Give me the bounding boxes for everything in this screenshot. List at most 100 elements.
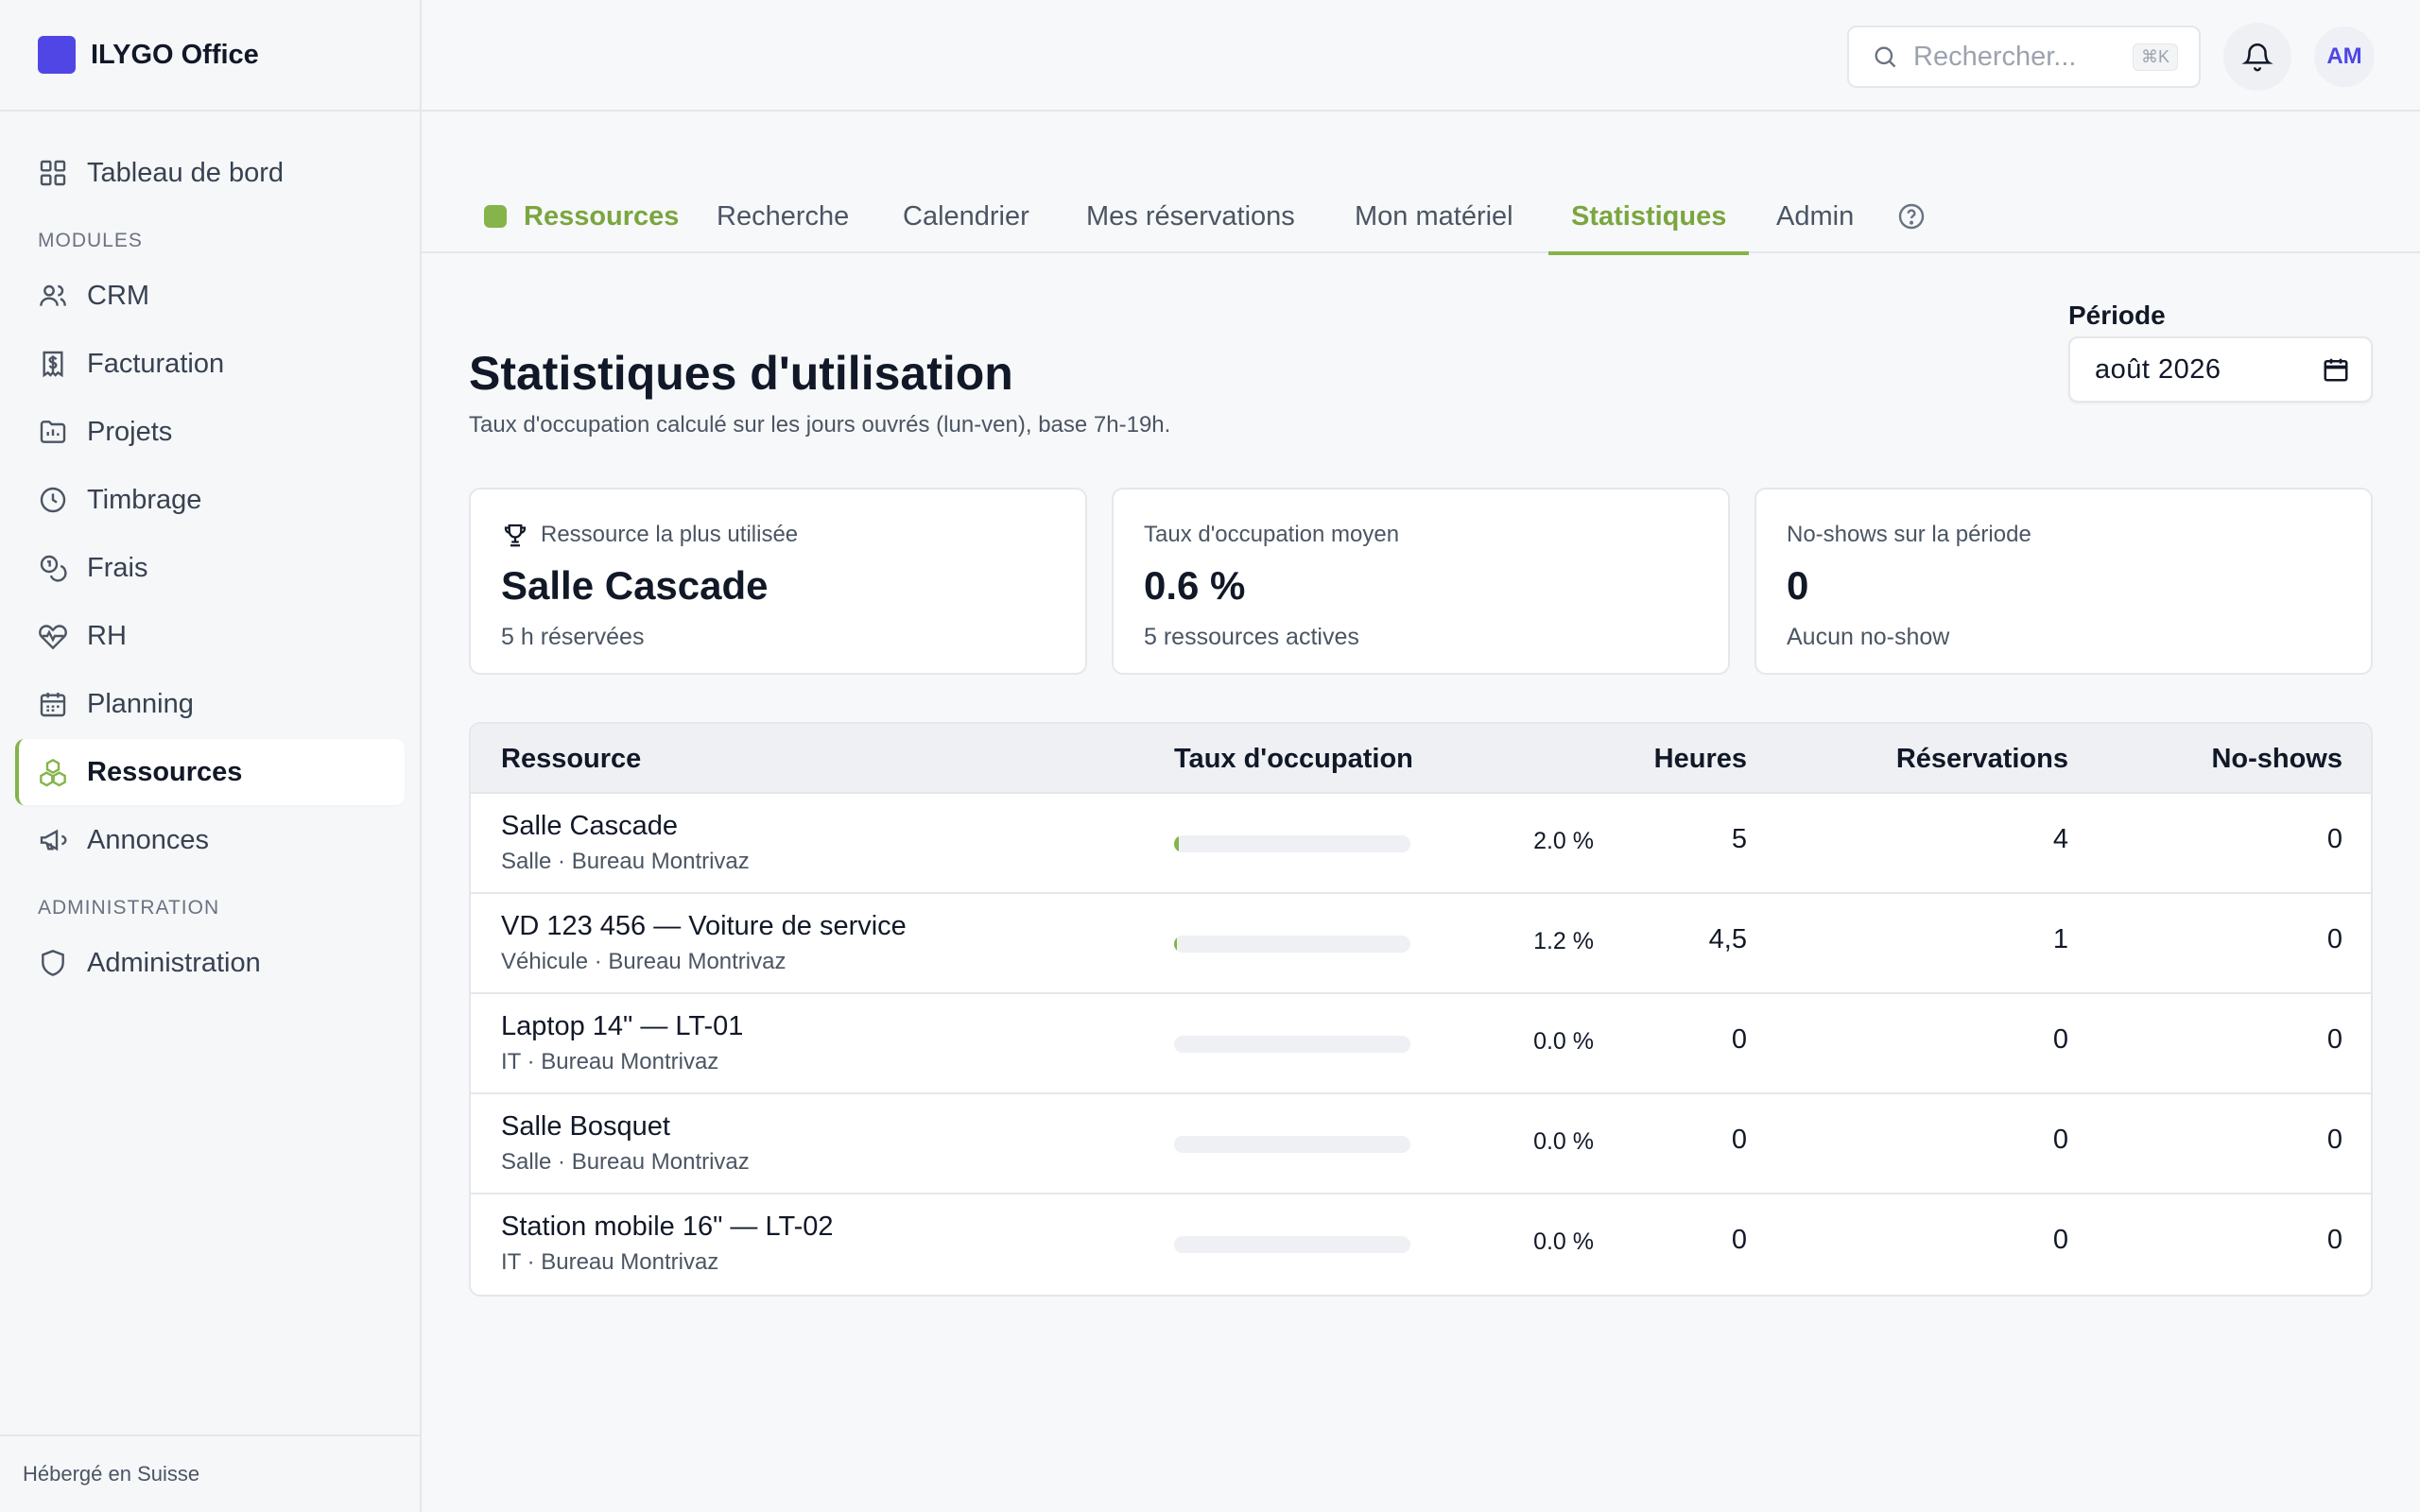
stat-card-label-text: Ressource la plus utilisée xyxy=(541,522,799,547)
sidebar-item-label: Facturation xyxy=(87,348,225,379)
stat-card-noshows: No-shows sur la période 0 Aucun no-show xyxy=(1754,488,2373,675)
hours-value: 5 xyxy=(1731,824,1747,854)
sidebar-item-label: Frais xyxy=(87,552,148,583)
megaphone-icon xyxy=(40,829,67,851)
resource-name[interactable]: Station mobile 16" — LT-02 xyxy=(501,1211,834,1243)
hours-value: 0 xyxy=(1731,1024,1747,1055)
bookings-value: 1 xyxy=(2052,924,2068,954)
col-header-bookings[interactable]: Réservations xyxy=(1879,724,2068,794)
tab-recherche[interactable]: Recherche xyxy=(717,180,849,253)
notifications-button[interactable] xyxy=(2223,23,2291,91)
tab-calendrier[interactable]: Calendrier xyxy=(903,180,1029,253)
stat-card-note: Aucun no-show xyxy=(1787,624,1950,650)
stat-card-note: 5 ressources actives xyxy=(1144,624,1359,650)
tab-mon-materiel[interactable]: Mon matériel xyxy=(1355,180,1513,253)
occupancy-bar-fill xyxy=(1174,835,1179,852)
period-label: Période xyxy=(2068,301,2166,330)
occupancy-bar xyxy=(1174,1136,1410,1153)
tab-statistiques[interactable]: Statistiques xyxy=(1547,180,1750,255)
search-shortcut: ⌘K xyxy=(2132,43,2178,71)
resource-meta: Salle · Bureau Montrivaz xyxy=(501,1149,750,1175)
sidebar-item-label: Planning xyxy=(87,688,194,719)
sidebar-item-rh[interactable]: RH xyxy=(15,603,405,669)
sidebar-item-planning[interactable]: Planning xyxy=(15,671,405,737)
sidebar-item-annonces[interactable]: Annonces xyxy=(15,807,405,873)
noshows-value: 0 xyxy=(2326,1125,2342,1155)
noshows-value: 0 xyxy=(2326,1024,2342,1055)
section-label-modules: MODULES xyxy=(38,230,143,251)
table-row[interactable]: Salle Bosquet Salle · Bureau Montrivaz 0.0… xyxy=(471,1094,2371,1194)
resource-name[interactable]: Salle Bosquet xyxy=(501,1111,670,1143)
stat-card-value: Salle Cascade xyxy=(501,563,769,608)
stat-card-value: 0.6 % xyxy=(1144,563,1246,608)
resource-name[interactable]: Salle Cascade xyxy=(501,811,678,842)
stat-card-avg-occupancy: Taux d'occupation moyen 0.6 % 5 ressourc… xyxy=(1112,488,1730,675)
shield-icon xyxy=(42,950,64,976)
bell-icon xyxy=(2241,43,2273,72)
sidebar-item-label: Administration xyxy=(87,947,261,978)
folder-icon xyxy=(40,421,66,443)
search-input[interactable]: Rechercher... xyxy=(1913,42,2133,73)
calendar-picker-icon[interactable] xyxy=(2322,355,2350,384)
sidebar-item-frais[interactable]: Frais xyxy=(15,535,405,601)
sidebar-item-label: RH xyxy=(87,620,127,651)
resource-meta: IT · Bureau Montrivaz xyxy=(501,1049,719,1074)
sidebar-item-crm[interactable]: CRM xyxy=(15,263,405,329)
table-row[interactable]: VD 123 456 — Voiture de service Véhicule … xyxy=(471,894,2371,994)
page-subtitle: Taux d'occupation calculé sur les jours … xyxy=(469,412,1171,438)
sidebar-footer: Hébergé en Suisse xyxy=(0,1435,420,1512)
hours-value: 0 xyxy=(1731,1225,1747,1255)
module-tabs: Ressources Recherche Calendrier Mes rése… xyxy=(422,180,2420,255)
brand[interactable]: ILYGO Office xyxy=(0,0,420,112)
stat-card-value: 0 xyxy=(1787,563,1809,608)
noshows-value: 0 xyxy=(2326,924,2342,954)
sidebar-item-dashboard[interactable]: Tableau de bord xyxy=(15,140,405,206)
noshows-value: 0 xyxy=(2326,1225,2342,1255)
table-row[interactable]: Laptop 14" — LT-01 IT · Bureau Montrivaz 0… xyxy=(471,994,2371,1094)
section-label-administration: ADMINISTRATION xyxy=(38,897,220,919)
sidebar: ILYGO Office Tableau de bord MODULES CRM… xyxy=(0,0,422,1512)
stat-card-label: Taux d'occupation moyen xyxy=(1144,522,1400,547)
table-row[interactable]: Salle Cascade Salle · Bureau Montrivaz 2.0… xyxy=(471,794,2371,894)
occupancy-bar-fill xyxy=(1174,936,1177,953)
sidebar-item-projets[interactable]: Projets xyxy=(15,399,405,465)
avatar[interactable]: AM xyxy=(2314,26,2375,87)
occupancy-bar xyxy=(1174,835,1410,852)
page-title: Statistiques d'utilisation xyxy=(469,347,1013,400)
sidebar-item-label: Projets xyxy=(87,416,173,447)
stat-card-label: Ressource la plus utilisée xyxy=(501,520,1055,550)
hours-value: 4,5 xyxy=(1708,924,1747,954)
sidebar-nav: Tableau de bord MODULES CRM Facturation … xyxy=(0,112,420,996)
calendar-icon xyxy=(40,693,66,717)
period-month-input[interactable]: août 2026 xyxy=(2068,336,2373,403)
bookings-value: 0 xyxy=(2052,1225,2068,1255)
occupancy-bar xyxy=(1174,1236,1410,1253)
resource-meta: Véhicule · Bureau Montrivaz xyxy=(501,949,786,974)
table-row[interactable]: Station mobile 16" — LT-02 IT · Bureau Mo… xyxy=(471,1194,2371,1295)
tab-admin[interactable]: Admin xyxy=(1776,180,1854,253)
col-header-resource[interactable]: Ressource xyxy=(501,724,641,794)
tab-mes-reservations[interactable]: Mes réservations xyxy=(1086,180,1295,253)
tab-label: Ressources xyxy=(524,200,680,232)
tab-ressources-home[interactable]: Ressources xyxy=(484,180,679,253)
coins-icon xyxy=(40,555,67,582)
search-box[interactable]: Rechercher... ⌘K xyxy=(1847,26,2201,88)
col-header-occupancy[interactable]: Taux d'occupation xyxy=(1174,724,1413,794)
noshows-value: 0 xyxy=(2326,824,2342,854)
col-header-noshows[interactable]: No-shows xyxy=(2153,724,2342,794)
sidebar-item-timbrage[interactable]: Timbrage xyxy=(15,467,405,533)
brand-logo xyxy=(38,36,76,74)
bookings-value: 0 xyxy=(2052,1024,2068,1055)
sidebar-item-ressources[interactable]: Ressources xyxy=(15,739,405,805)
top-bar: Rechercher... ⌘K AM xyxy=(422,0,2420,112)
sidebar-item-administration[interactable]: Administration xyxy=(15,930,405,996)
resource-name[interactable]: Laptop 14" — LT-01 xyxy=(501,1011,743,1042)
col-header-hours[interactable]: Heures xyxy=(1558,724,1747,794)
resource-name[interactable]: VD 123 456 — Voiture de service xyxy=(501,911,907,942)
resource-meta: IT · Bureau Montrivaz xyxy=(501,1249,719,1275)
app-name: ILYGO Office xyxy=(91,39,259,70)
help-button[interactable] xyxy=(1896,180,1927,253)
dashboard-icon xyxy=(40,160,66,186)
users-icon xyxy=(40,284,66,306)
sidebar-item-facturation[interactable]: Facturation xyxy=(15,331,405,397)
